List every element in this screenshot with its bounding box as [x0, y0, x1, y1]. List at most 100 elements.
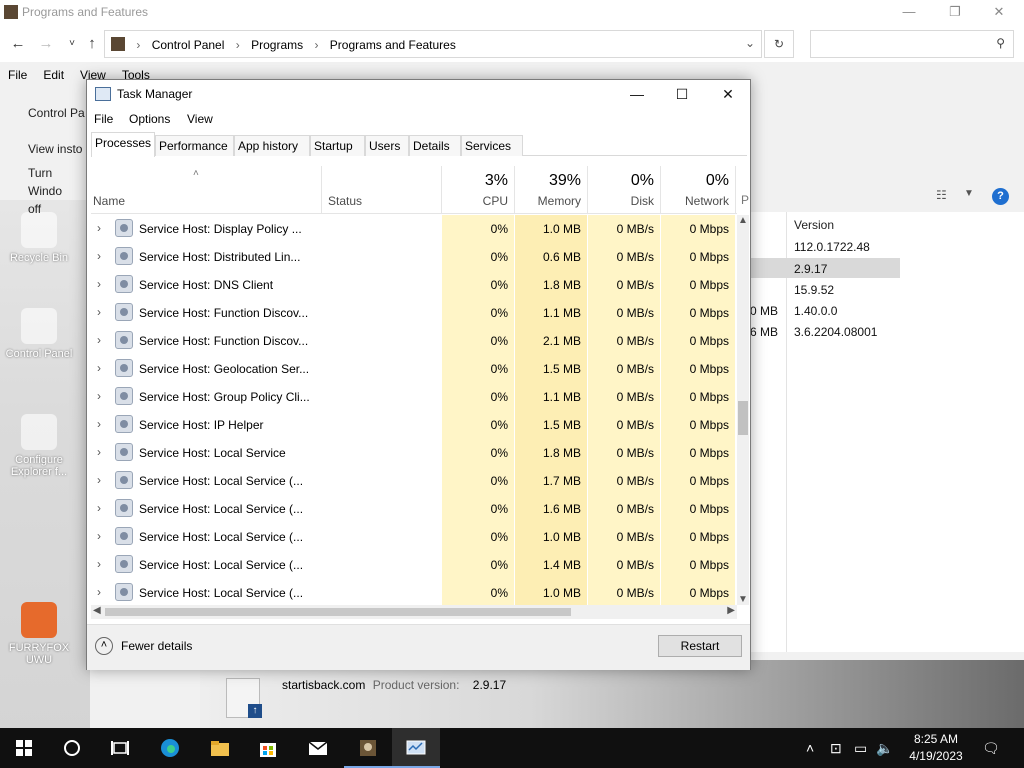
process-row[interactable]: › Service Host: IP Helper 0% 1.5 MB 0 MB/s 0 … [91, 411, 737, 439]
tm-menu-options[interactable]: Options [129, 112, 170, 126]
tab-details[interactable]: Details [409, 135, 461, 156]
process-row[interactable]: › Service Host: Group Policy Cli... 0% 1.1 … [91, 383, 737, 411]
process-row[interactable]: › Service Host: Local Service (... 0% 1.4 M… [91, 551, 737, 579]
back-arrow-icon[interactable]: ← [8, 34, 28, 54]
vertical-scroll-thumb[interactable] [738, 401, 748, 435]
expand-chevron-icon[interactable]: › [97, 221, 101, 235]
scroll-left-arrow-icon[interactable]: ◀ [93, 605, 101, 616]
sidebar-link-windows-features[interactable]: Turn Windo [28, 164, 88, 200]
task-view-button[interactable] [96, 728, 144, 768]
expand-chevron-icon[interactable]: › [97, 277, 101, 291]
expand-chevron-icon[interactable]: › [97, 529, 101, 543]
desktop-icon-control-panel[interactable]: Control Panel [4, 308, 74, 360]
fewer-details-link[interactable]: Fewer details [121, 639, 192, 653]
process-row[interactable]: › Service Host: Distributed Lin... 0% 0.6 M… [91, 243, 737, 271]
desktop-icon-recycle-bin[interactable]: Recycle Bin [4, 212, 74, 264]
process-row[interactable]: › Service Host: Function Discov... 0% 2.1 M… [91, 327, 737, 355]
sidebar-link-control-panel-home[interactable]: Control Pa [28, 104, 88, 122]
address-bar[interactable]: › Control Panel › Programs › Programs an… [104, 30, 762, 58]
column-header-version[interactable]: Version [794, 218, 834, 232]
tab-services[interactable]: Services [461, 135, 523, 156]
tab-startup[interactable]: Startup [310, 135, 365, 156]
taskbar-store[interactable] [244, 728, 292, 768]
process-row[interactable]: › Service Host: DNS Client 0% 1.8 MB 0 MB/s 0… [91, 271, 737, 299]
recent-locations-chevron-icon[interactable]: ˅ [62, 34, 82, 54]
refresh-button[interactable]: ↻ [764, 30, 794, 58]
expand-chevron-icon[interactable]: › [97, 501, 101, 515]
expand-chevron-icon[interactable]: › [97, 473, 101, 487]
horizontal-scroll-thumb[interactable] [105, 608, 571, 616]
column-header-name[interactable]: Name [91, 166, 321, 214]
column-separator[interactable] [735, 166, 736, 214]
tab-processes[interactable]: Processes [91, 132, 156, 157]
expand-chevron-icon[interactable]: › [97, 389, 101, 403]
minimize-button[interactable]: — [886, 2, 932, 24]
column-header-network[interactable]: 0% Network [661, 166, 735, 214]
tm-maximize-button[interactable]: ☐ [659, 80, 705, 108]
process-row[interactable]: › Service Host: Local Service (... 0% 1.0 M… [91, 579, 737, 605]
expand-chevron-icon[interactable]: › [97, 305, 101, 319]
desktop-icon-furryfox[interactable]: FURRYFOX UWU [4, 602, 74, 666]
process-row[interactable]: › Service Host: Local Service (... 0% 1.0 M… [91, 523, 737, 551]
maximize-button[interactable]: ❐ [932, 2, 978, 24]
taskbar-mail[interactable] [294, 728, 342, 768]
cortana-button[interactable] [48, 728, 96, 768]
process-row[interactable]: › Service Host: Display Policy ... 0% 1.0 M… [91, 215, 737, 243]
view-dropdown-chevron-icon[interactable]: ▼ [964, 188, 974, 199]
process-row[interactable]: › Service Host: Local Service 0% 1.8 MB 0 MB… [91, 439, 737, 467]
desktop-icon-configure-explorer[interactable]: Configure Explorer f... [4, 414, 74, 478]
expand-chevron-icon[interactable]: › [97, 361, 101, 375]
horizontal-scrollbar[interactable]: ◀ ▶ [91, 605, 737, 619]
tm-minimize-button[interactable]: — [614, 80, 660, 108]
column-header-cpu[interactable]: 3% CPU [442, 166, 514, 214]
address-dropdown-chevron-icon[interactable]: ⌄ [745, 36, 755, 50]
vertical-scrollbar[interactable]: ▲ ▼ [737, 215, 749, 605]
expand-chevron-icon[interactable]: › [97, 585, 101, 599]
taskbar-task-manager[interactable] [392, 728, 440, 768]
menu-file[interactable]: File [8, 68, 27, 82]
network-icon[interactable]: ⊡ [830, 740, 842, 757]
tab-app-history[interactable]: App history [234, 135, 310, 156]
column-header-disk[interactable]: 0% Disk [588, 166, 660, 214]
expand-chevron-icon[interactable]: › [97, 557, 101, 571]
taskbar-file-explorer[interactable] [196, 728, 244, 768]
forward-arrow-icon[interactable]: → [36, 34, 56, 54]
view-details-icon[interactable]: ☷ [936, 188, 947, 202]
tm-close-button[interactable]: ✕ [705, 80, 751, 108]
taskbar-app[interactable] [344, 728, 392, 768]
menu-edit[interactable]: Edit [43, 68, 64, 82]
scroll-right-arrow-icon[interactable]: ▶ [727, 605, 735, 616]
process-row[interactable]: › Service Host: Local Service (... 0% 1.7 M… [91, 467, 737, 495]
process-row[interactable]: › Service Host: Local Service (... 0% 1.6 M… [91, 495, 737, 523]
search-input[interactable]: ⚲ [810, 30, 1014, 58]
process-row[interactable]: › Service Host: Geolocation Ser... 0% 1.5 M… [91, 355, 737, 383]
notifications-icon[interactable]: 🗨 [982, 740, 1000, 757]
start-button[interactable] [0, 728, 48, 768]
help-icon[interactable]: ? [992, 188, 1009, 205]
expand-chevron-icon[interactable]: › [97, 417, 101, 431]
volume-muted-icon[interactable]: 🔈 [876, 740, 893, 757]
sidebar-link-windows-features-cont[interactable]: off [28, 200, 88, 218]
expand-chevron-icon[interactable]: › [97, 249, 101, 263]
column-header-status[interactable]: Status [322, 166, 441, 214]
tm-menu-file[interactable]: File [94, 112, 113, 126]
taskbar-clock[interactable]: 8:25 AM 4/19/2023 [896, 731, 976, 765]
restart-button[interactable]: Restart [658, 635, 742, 657]
column-header-memory[interactable]: 39% Memory [515, 166, 587, 214]
tab-users[interactable]: Users [365, 135, 409, 156]
expand-chevron-icon[interactable]: › [97, 333, 101, 347]
show-hidden-icons-chevron-icon[interactable]: ˄ [806, 740, 814, 756]
breadcrumb-control-panel[interactable]: Control Panel [152, 38, 225, 52]
scroll-down-arrow-icon[interactable]: ▼ [738, 594, 748, 605]
tm-menu-view[interactable]: View [187, 112, 213, 126]
device-icon[interactable]: ▭ [854, 740, 867, 757]
close-button[interactable]: ✕ [976, 2, 1022, 24]
process-row[interactable]: › Service Host: Function Discov... 0% 1.1 M… [91, 299, 737, 327]
tab-performance[interactable]: Performance [155, 135, 234, 156]
chevron-up-circle-icon[interactable]: ˄ [95, 637, 113, 655]
column-label-power-usage[interactable]: P [741, 193, 749, 207]
breadcrumb-programs-and-features[interactable]: Programs and Features [330, 38, 456, 52]
up-arrow-icon[interactable]: ↑ [82, 34, 102, 54]
expand-chevron-icon[interactable]: › [97, 445, 101, 459]
breadcrumb-programs[interactable]: Programs [251, 38, 303, 52]
